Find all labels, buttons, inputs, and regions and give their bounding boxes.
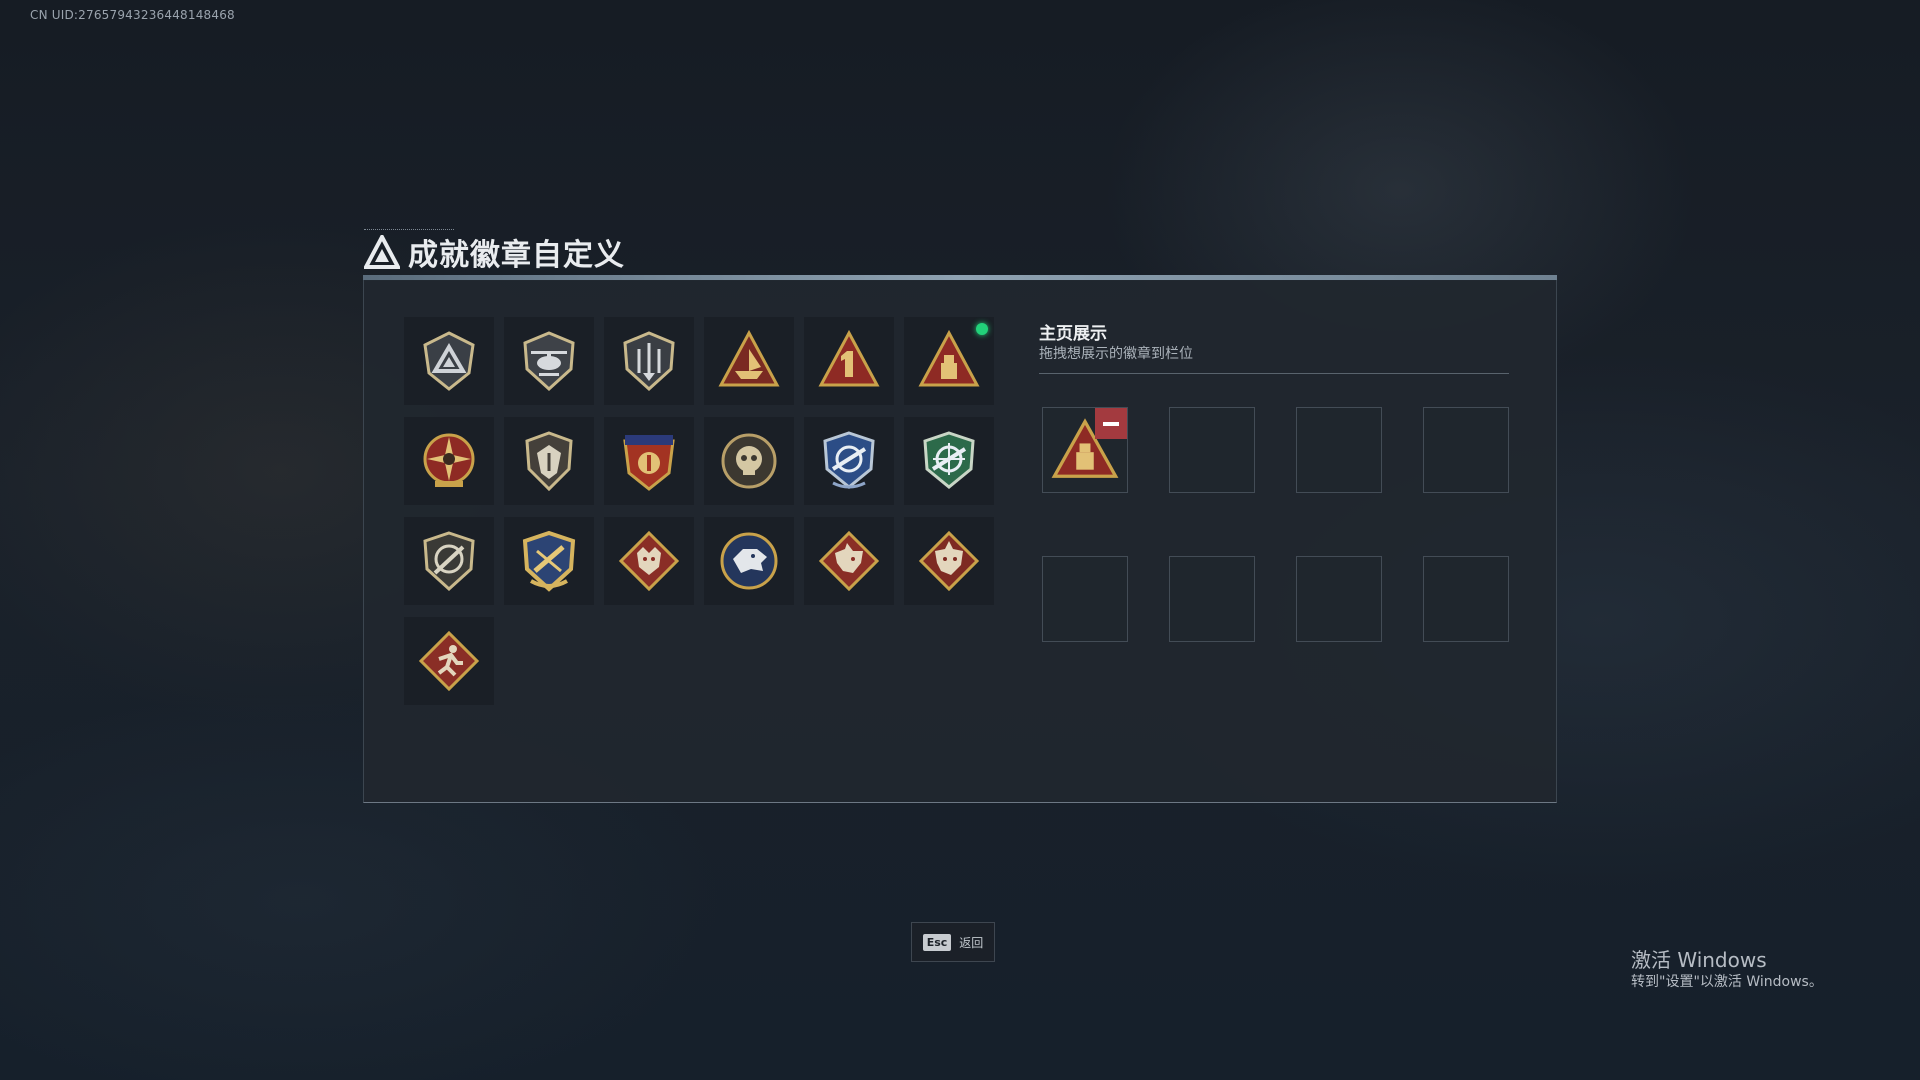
showcase-slot-filled[interactable]: [1042, 407, 1128, 493]
showcase-slot-empty[interactable]: [1169, 407, 1255, 493]
wolf-diamond-badge-icon: [618, 530, 680, 592]
badge-cell[interactable]: [904, 517, 994, 605]
badge-cell[interactable]: [404, 317, 494, 405]
badge-cell[interactable]: [504, 417, 594, 505]
skull-medallion-badge-icon: [721, 433, 777, 489]
back-label: 返回: [959, 935, 984, 950]
showcase-subtitle: 拖拽想展示的徽章到栏位: [1039, 346, 1193, 362]
crate-triangle-badge-icon: [918, 329, 980, 387]
green-rifle-shield-badge-icon: [923, 431, 975, 489]
boat-triangle-badge-icon: [718, 329, 780, 387]
rifle-shield-badge-icon: [423, 531, 475, 592]
badge-collection-grid: [404, 317, 994, 705]
page-header: 成就徽章自定义: [364, 230, 625, 274]
showcase-slot-empty[interactable]: [1296, 556, 1382, 642]
new-badge-indicator: [976, 323, 988, 335]
windows-activation-subtitle: 转到"设置"以激活 Windows。: [1631, 974, 1823, 990]
star-compass-badge-icon: [423, 433, 475, 487]
blue-rifle-shield-badge-icon: [823, 431, 875, 489]
back-button[interactable]: Esc 返回: [911, 922, 995, 962]
triangle-logo-icon: [364, 235, 400, 269]
esc-key-hint: Esc: [922, 933, 952, 951]
dragon-diamond-alt-badge-icon: [918, 530, 980, 592]
showcase-slot-empty[interactable]: [1042, 556, 1128, 642]
page-title: 成就徽章自定义: [408, 238, 625, 273]
showcase-slot-empty[interactable]: [1423, 407, 1509, 493]
badge-cell[interactable]: [804, 317, 894, 405]
eagle-crest-badge-icon: [623, 435, 675, 491]
badge-cell[interactable]: [604, 517, 694, 605]
minus-icon: [1103, 421, 1119, 426]
badge-cell[interactable]: [804, 517, 894, 605]
arrows-shield-badge-icon: [623, 331, 675, 392]
showcase-slot-empty[interactable]: [1169, 556, 1255, 642]
badge-cell[interactable]: [404, 417, 494, 505]
wolf-medallion-badge-icon: [720, 532, 778, 590]
badge-cell[interactable]: [904, 317, 994, 405]
badge-cell[interactable]: [704, 417, 794, 505]
badge-cell[interactable]: [604, 417, 694, 505]
badge-customization-panel: 主页展示 拖拽想展示的徽章到栏位: [363, 280, 1557, 803]
triangle-shield-badge-icon: [423, 331, 475, 391]
helicopter-shield-badge-icon: [523, 331, 575, 392]
showcase-slot-empty[interactable]: [1296, 407, 1382, 493]
badge-cell[interactable]: [504, 317, 594, 405]
number-one-triangle-badge-icon: [818, 329, 880, 387]
badge-cell[interactable]: [804, 417, 894, 505]
badge-cell[interactable]: [504, 517, 594, 605]
showcase-divider: [1039, 373, 1509, 374]
remove-badge-button[interactable]: [1095, 408, 1127, 439]
player-uid: CN UID:276579432364481484​68: [30, 8, 235, 22]
runner-diamond-badge-icon: [418, 630, 480, 692]
badge-cell[interactable]: [604, 317, 694, 405]
badge-cell[interactable]: [404, 617, 494, 705]
badge-cell[interactable]: [704, 317, 794, 405]
badge-cell[interactable]: [704, 517, 794, 605]
badge-cell[interactable]: [404, 517, 494, 605]
windows-activation-title: 激活 Windows: [1631, 948, 1767, 972]
badge-cell[interactable]: [904, 417, 994, 505]
dragon-diamond-badge-icon: [818, 530, 880, 592]
gold-rifle-shield-badge-icon: [522, 530, 576, 592]
showcase-slot-empty[interactable]: [1423, 556, 1509, 642]
showcase-title: 主页展示: [1039, 324, 1107, 344]
crest-shield-badge-icon: [525, 431, 573, 492]
